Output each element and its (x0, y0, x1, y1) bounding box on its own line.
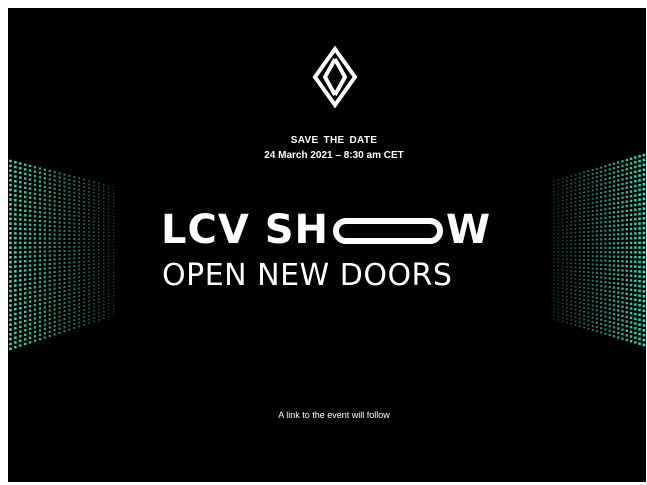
right-led-panel (553, 153, 646, 347)
event-headline: LCV SH W (161, 206, 491, 254)
left-led-panel (9, 159, 115, 351)
headline-text-end: W (446, 207, 492, 253)
event-tagline: OPEN NEW DOORS (162, 258, 453, 293)
renault-diamond-logo-icon (312, 46, 358, 108)
headline-text-start: LCV SH (161, 207, 330, 253)
event-invitation: SAVE THE DATE 24 March 2021 – 8:30 am CE… (8, 8, 646, 482)
footer-note: A link to the event will follow (278, 410, 390, 420)
pill-o-icon (333, 218, 444, 244)
save-the-date-title: SAVE THE DATE (290, 135, 378, 146)
